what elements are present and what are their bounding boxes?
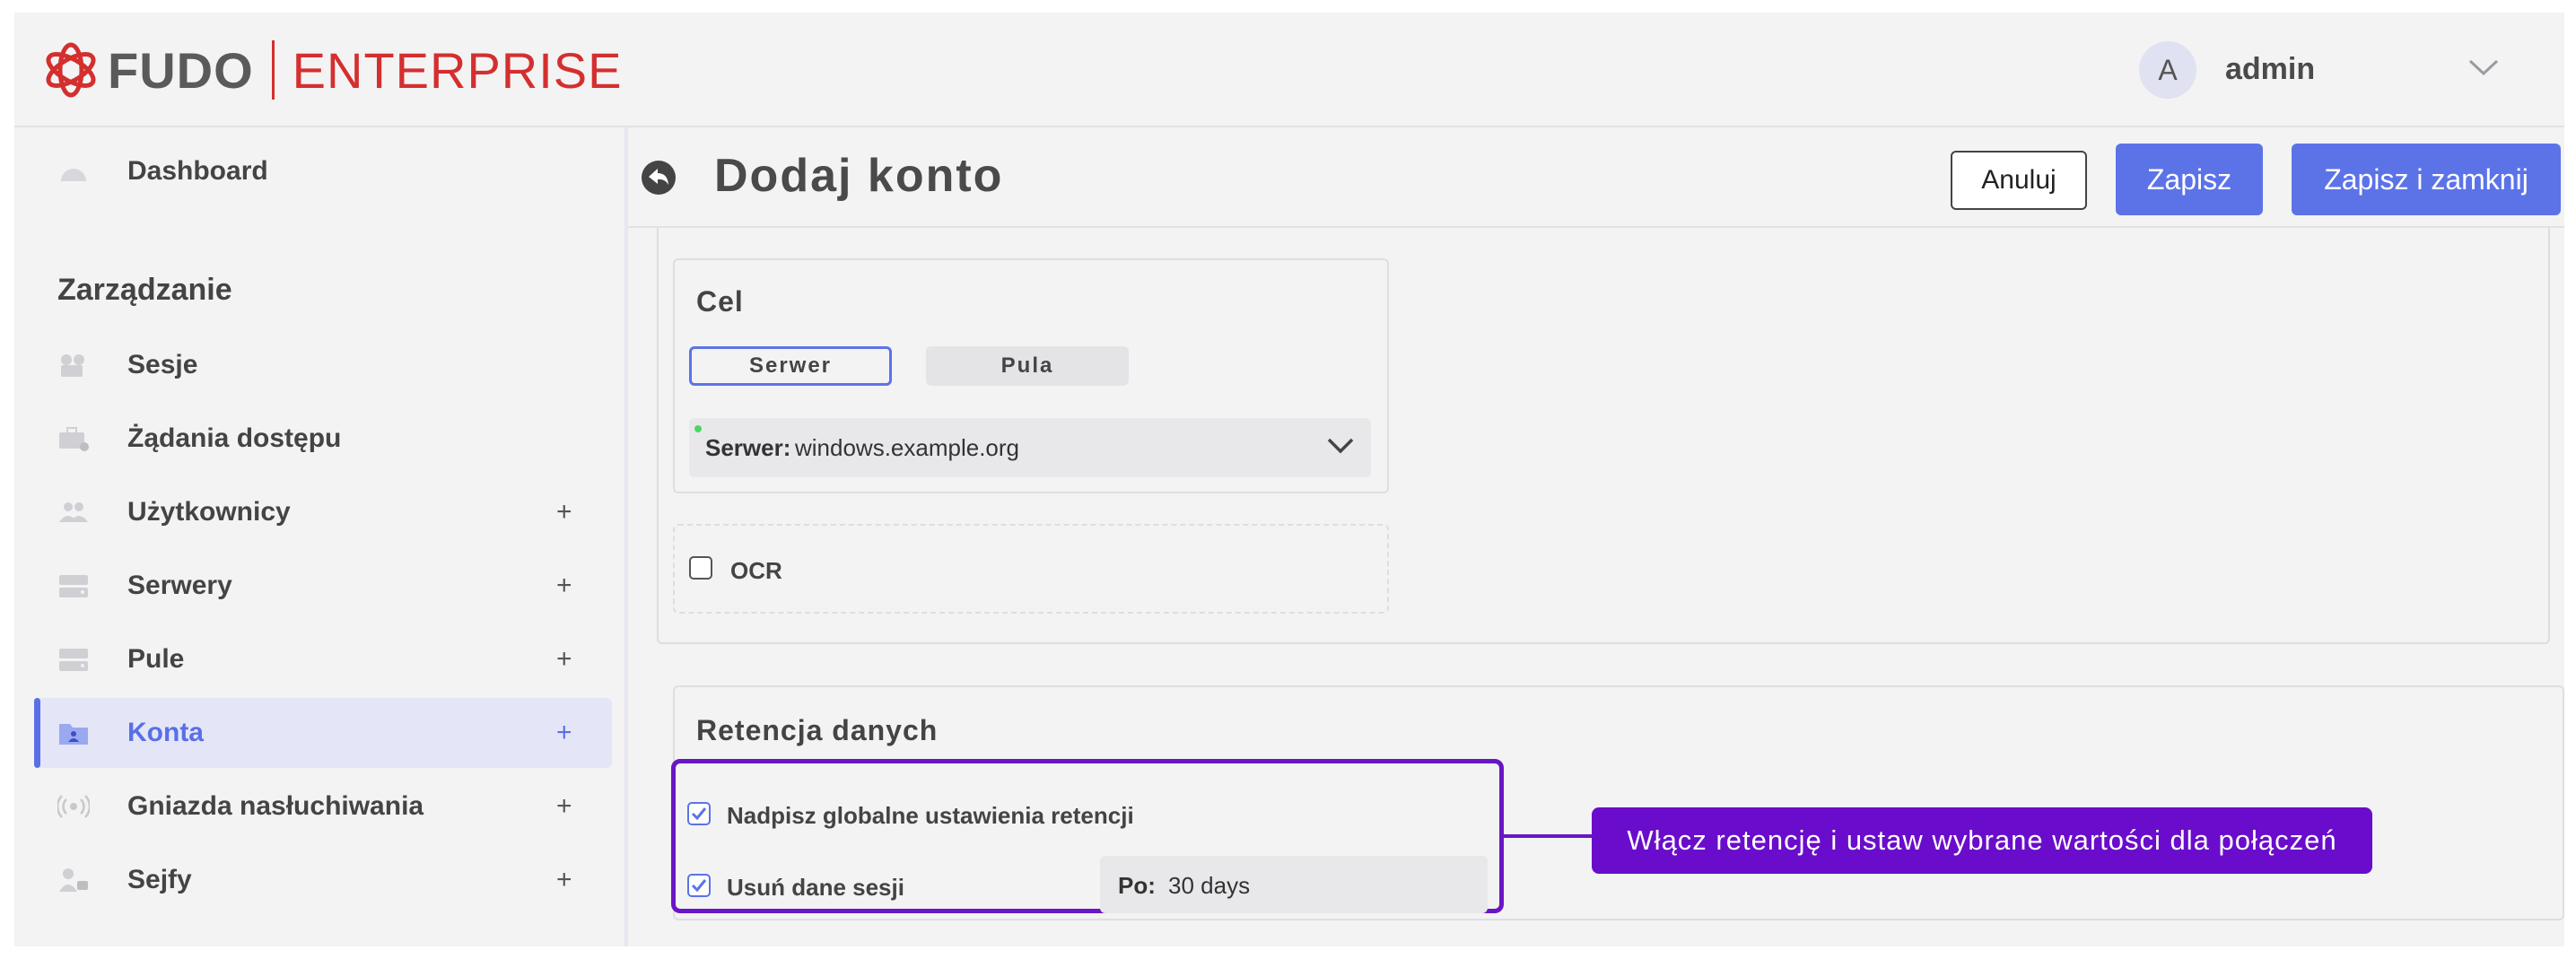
target-pool-toggle[interactable]: Pula — [926, 346, 1129, 386]
logo: FUDO ENTERPRISE — [41, 34, 623, 106]
server-select-key: Serwer: — [705, 434, 791, 461]
sidebar-item-accounts[interactable]: Konta + — [34, 698, 612, 768]
add-account-button[interactable]: + — [556, 718, 572, 748]
app-window: FUDO ENTERPRISE A admin Dashboard Zarząd… — [14, 13, 2564, 946]
sidebar: Dashboard Zarządzanie Sesje Żądania dost… — [14, 127, 628, 946]
target-server-toggle[interactable]: Serwer — [689, 346, 892, 386]
sidebar-item-label: Dashboard — [127, 156, 268, 186]
sidebar-item-label: Konta — [127, 718, 204, 747]
sidebar-item-listeners[interactable]: Gniazda nasłuchiwania + — [34, 772, 612, 841]
edition-name: ENTERPRISE — [292, 41, 623, 99]
server-icon — [59, 649, 88, 671]
override-retention-label: Nadpisz globalne ustawienia retencji — [727, 802, 1134, 829]
target-card: Cel Serwer Pula Serwer: windows.example.… — [673, 258, 1389, 493]
callout-connector — [1504, 834, 1592, 838]
add-server-button[interactable]: + — [556, 571, 572, 601]
cancel-button[interactable]: Anuluj — [1951, 151, 2087, 210]
sidebar-item-pools[interactable]: Pule + — [34, 624, 612, 694]
callout-tooltip: Włącz retencję i ustaw wybrane wartości … — [1592, 807, 2372, 874]
sidebar-item-label: Gniazda nasłuchiwania — [127, 791, 424, 821]
save-and-close-button[interactable]: Zapisz i zamknij — [2292, 144, 2561, 215]
checkmark-icon — [691, 807, 707, 821]
checkmark-icon — [691, 879, 707, 893]
camera-icon — [61, 354, 84, 377]
sidebar-item-label: Sejfy — [127, 865, 192, 894]
sidebar-item-label: Użytkownicy — [127, 497, 291, 527]
retention-after-key: Po: — [1118, 872, 1156, 899]
retention-after-field[interactable]: Po: 30 days — [1100, 856, 1488, 913]
signal-icon — [57, 795, 90, 818]
sidebar-item-label: Sesje — [127, 350, 198, 379]
fudo-logo-icon — [46, 42, 96, 98]
main-content: Dodaj konto Anuluj Zapisz Zapisz i zamkn… — [628, 127, 2564, 946]
ocr-card: OCR — [673, 524, 1389, 614]
sidebar-item-dashboard[interactable]: Dashboard — [34, 136, 612, 206]
user-lock-icon — [59, 868, 88, 892]
sidebar-item-safes[interactable]: Sejfy + — [34, 845, 612, 915]
users-icon — [59, 502, 88, 522]
logo-divider — [271, 40, 275, 100]
avatar[interactable]: A — [2139, 41, 2196, 99]
server-icon — [59, 575, 88, 597]
sidebar-item-label: Pule — [127, 644, 185, 674]
delete-session-data-label: Usuń dane sesji — [727, 874, 904, 901]
server-select-value: windows.example.org — [795, 434, 1020, 461]
target-title: Cel — [696, 285, 744, 318]
add-safe-button[interactable]: + — [556, 865, 572, 895]
save-button[interactable]: Zapisz — [2116, 144, 2263, 215]
sidebar-item-sessions[interactable]: Sesje — [34, 330, 612, 400]
sidebar-item-users[interactable]: Użytkownicy + — [34, 477, 612, 547]
retention-after-value: 30 days — [1168, 872, 1251, 899]
sidebar-item-servers[interactable]: Serwery + — [34, 551, 612, 621]
page-title: Dodaj konto — [714, 150, 1004, 202]
delete-session-data-checkbox[interactable] — [687, 874, 711, 897]
server-select[interactable]: Serwer: windows.example.org — [689, 418, 1371, 477]
dashboard-icon — [61, 169, 86, 181]
chevron-down-icon[interactable] — [2467, 57, 2500, 79]
brand-name: FUDO — [108, 41, 254, 99]
top-bar: FUDO ENTERPRISE A admin — [14, 13, 2564, 127]
username[interactable]: admin — [2225, 52, 2315, 87]
briefcase-icon — [59, 427, 89, 451]
chevron-down-icon[interactable] — [1326, 436, 1355, 456]
folder-user-icon — [59, 724, 88, 745]
section-title: Zarządzanie — [57, 273, 232, 307]
add-pool-button[interactable]: + — [556, 644, 572, 675]
page-header: Dodaj konto Anuluj Zapisz Zapisz i zamkn… — [628, 127, 2564, 228]
sidebar-item-access-requests[interactable]: Żądania dostępu — [34, 404, 612, 474]
add-user-button[interactable]: + — [556, 497, 572, 527]
override-retention-checkbox[interactable] — [687, 802, 711, 825]
status-dot — [694, 425, 702, 432]
sidebar-item-label: Żądania dostępu — [127, 423, 342, 453]
back-arrow-icon[interactable] — [641, 160, 677, 196]
sidebar-item-label: Serwery — [127, 571, 232, 600]
add-listener-button[interactable]: + — [556, 791, 572, 822]
ocr-checkbox[interactable] — [689, 556, 712, 580]
ocr-label: OCR — [730, 557, 782, 584]
retention-title: Retencja danych — [696, 714, 939, 746]
